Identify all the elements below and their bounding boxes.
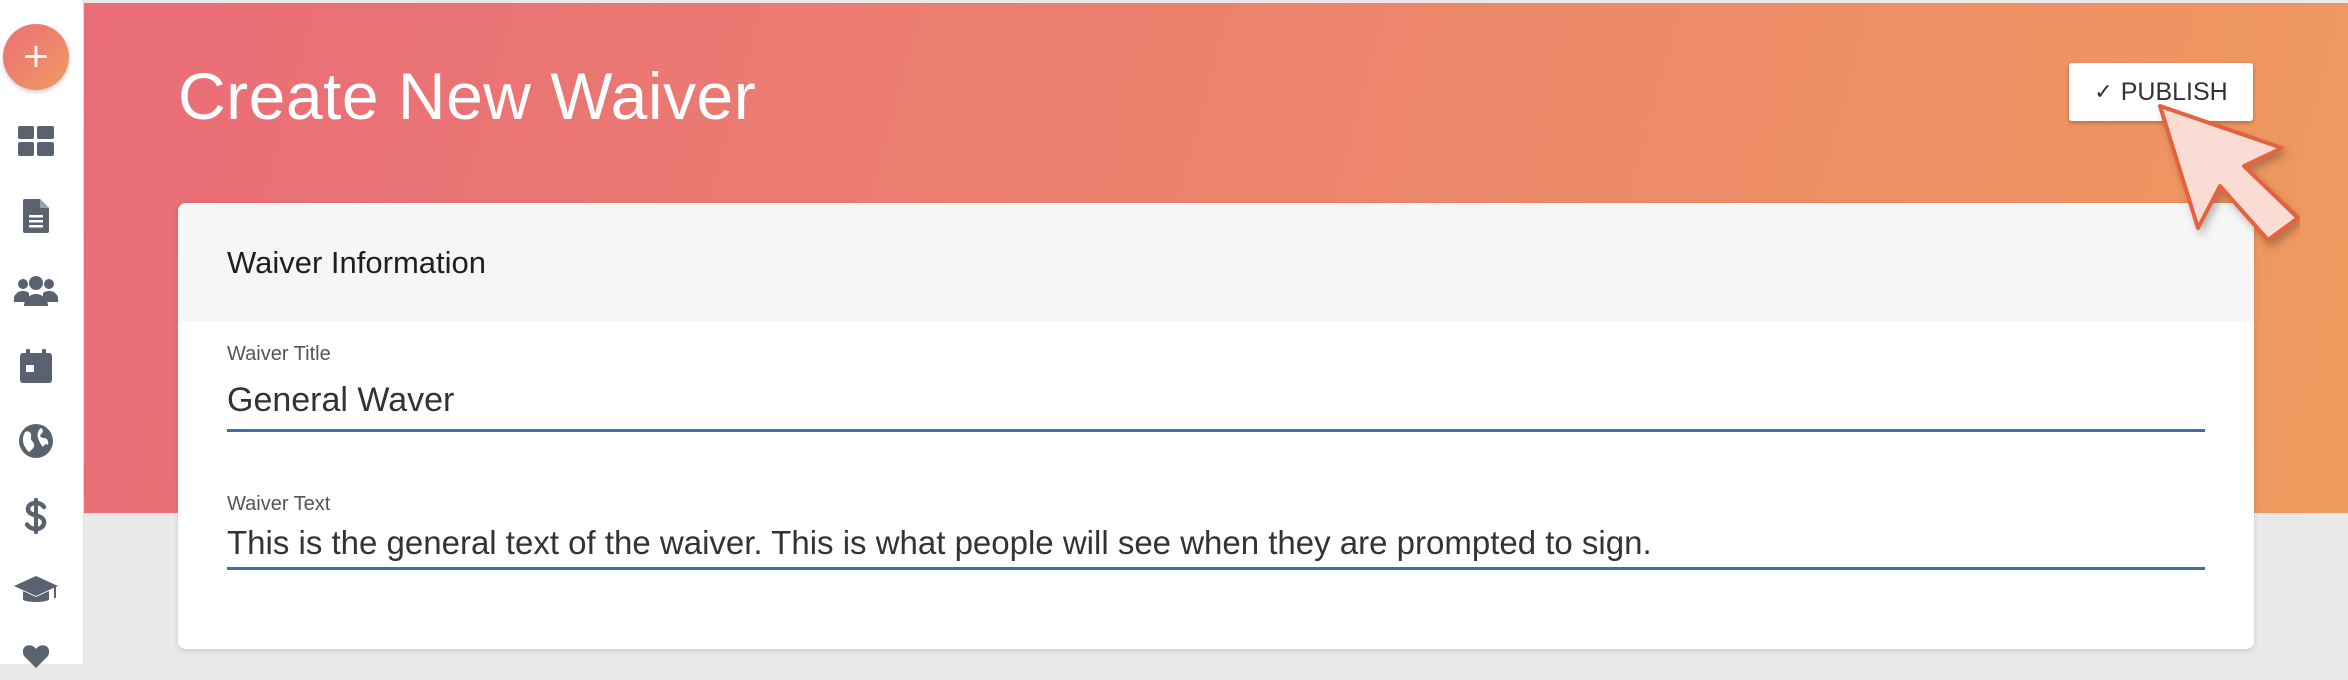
sidebar-item-dashboard[interactable] [12, 117, 60, 165]
sidebar: + [0, 0, 84, 668]
check-icon: ✓ [2094, 79, 2113, 105]
sidebar-item-users[interactable] [12, 267, 60, 315]
users-icon [14, 276, 58, 306]
waiver-text-field: Waiver Text [227, 493, 2205, 570]
add-button[interactable]: + [3, 24, 69, 90]
publish-button-label: PUBLISH [2120, 77, 2228, 106]
calendar-icon [20, 349, 52, 383]
dollar-icon [25, 498, 47, 534]
globe-icon [19, 424, 53, 458]
waiver-title-label: Waiver Title [227, 343, 331, 365]
waiver-title-field: Waiver Title [227, 343, 2205, 432]
waiver-text-label: Waiver Text [227, 493, 331, 515]
sidebar-item-billing[interactable] [12, 492, 60, 540]
card-header: Waiver Information [178, 203, 2254, 321]
document-icon [23, 199, 49, 233]
sidebar-item-documents[interactable] [12, 192, 60, 240]
dashboard-icon [18, 126, 54, 156]
waiver-title-input[interactable] [227, 372, 2205, 432]
waiver-info-card: Waiver Information Waiver Title Waiver T… [178, 203, 2254, 649]
waiver-text-input[interactable] [227, 518, 2205, 570]
sidebar-item-favorites[interactable] [12, 632, 60, 680]
card-title: Waiver Information [227, 245, 486, 280]
publish-button[interactable]: ✓ PUBLISH [2069, 63, 2253, 121]
heart-icon [23, 645, 49, 668]
graduation-cap-icon [14, 576, 58, 602]
sidebar-item-calendar[interactable] [12, 342, 60, 390]
page-title: Create New Waiver [178, 59, 757, 133]
sidebar-item-globe[interactable] [12, 417, 60, 465]
sidebar-item-training[interactable] [12, 567, 60, 615]
